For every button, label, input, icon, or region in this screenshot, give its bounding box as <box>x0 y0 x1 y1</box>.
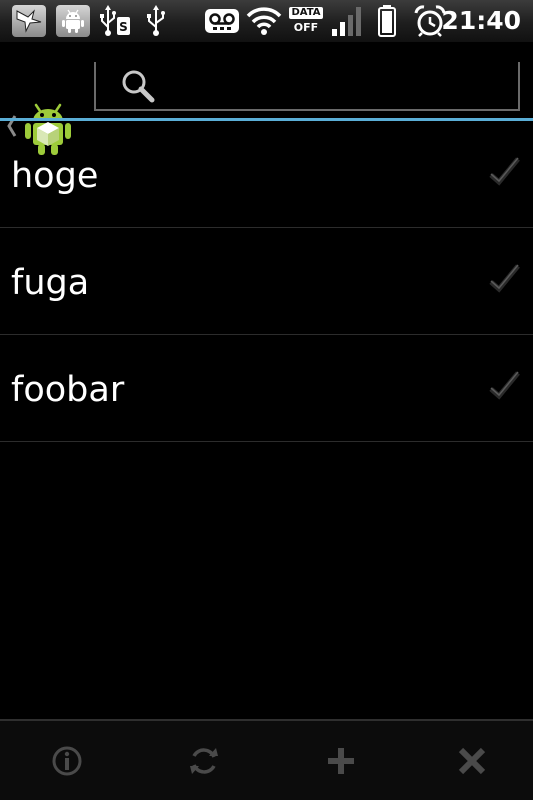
list-item[interactable]: foobar <box>0 335 533 442</box>
search-input[interactable] <box>156 68 510 102</box>
add-button[interactable] <box>274 721 407 800</box>
list-item-label: fuga <box>11 263 90 303</box>
bird-notification-icon <box>12 3 46 39</box>
usb-storage-icon: S <box>98 3 134 39</box>
status-time: 21:40 <box>441 6 521 35</box>
bottom-action-bar <box>0 719 533 800</box>
item-list: hoge fuga foobar <box>0 121 533 442</box>
refresh-button[interactable] <box>137 721 270 800</box>
home-up-button[interactable] <box>0 46 80 155</box>
voicemail-icon <box>204 3 240 39</box>
info-button[interactable] <box>0 721 133 800</box>
close-icon <box>458 747 486 774</box>
usb-icon <box>144 3 168 39</box>
search-field[interactable] <box>94 62 520 111</box>
list-item[interactable]: hoge <box>0 121 533 228</box>
android-debug-icon <box>56 3 90 39</box>
data-off-badge-bottom: OFF <box>293 21 319 34</box>
svg-text:S: S <box>119 20 128 34</box>
data-off-icon: DATA OFF <box>288 3 324 39</box>
wifi-icon <box>246 3 282 39</box>
battery-icon <box>376 3 398 39</box>
signal-icon <box>330 3 364 39</box>
info-icon <box>52 746 81 775</box>
data-off-badge-top: DATA <box>289 7 323 19</box>
list-item[interactable]: fuga <box>0 228 533 335</box>
check-icon[interactable] <box>487 262 521 296</box>
delete-button[interactable] <box>411 721 533 800</box>
refresh-icon <box>189 747 218 774</box>
list-item-label: hoge <box>11 156 99 196</box>
check-icon[interactable] <box>487 155 521 189</box>
list-item-label: foobar <box>11 370 125 410</box>
status-bar: S DATA OFF 21:40 <box>0 0 533 43</box>
check-icon[interactable] <box>487 369 521 403</box>
search-icon <box>122 70 155 103</box>
add-icon <box>327 747 354 774</box>
